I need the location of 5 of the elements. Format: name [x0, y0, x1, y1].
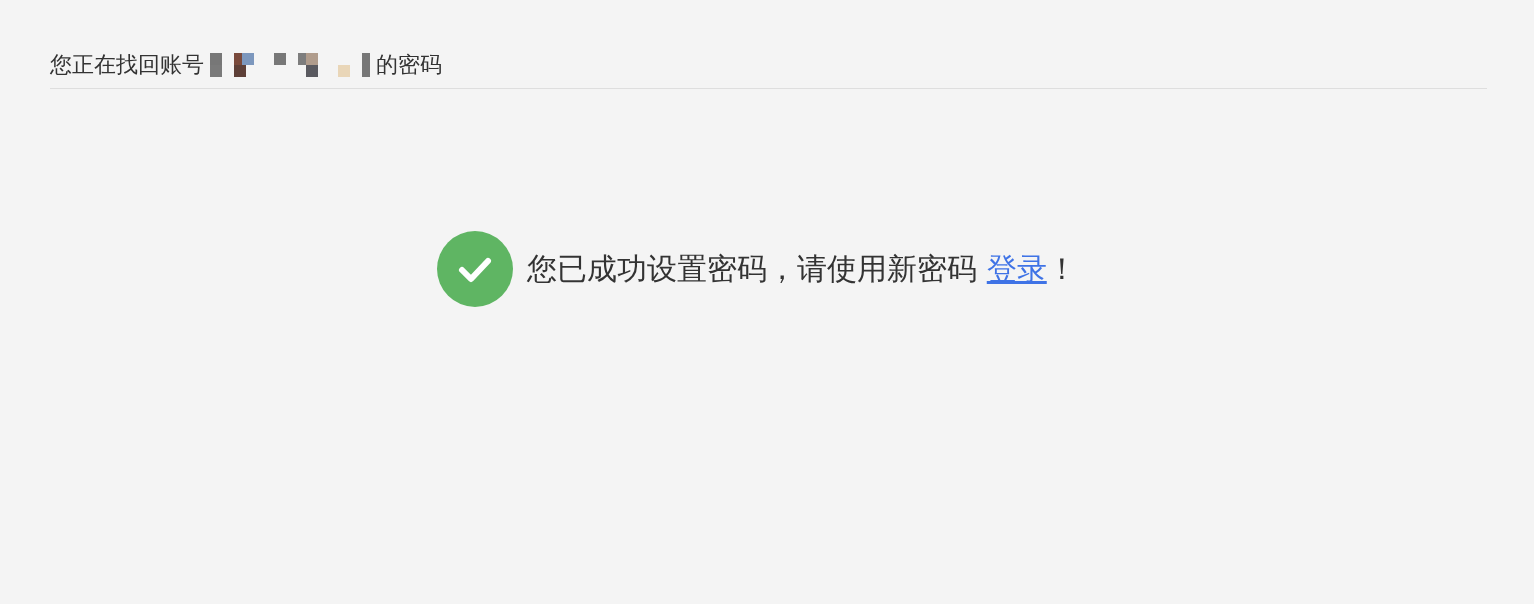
success-message: 您已成功设置密码，请使用新密码 登录！	[527, 249, 1077, 288]
header-text: 您正在找回账号	[50, 51, 204, 79]
success-check-icon	[437, 231, 514, 307]
login-link[interactable]: 登录	[986, 250, 1047, 286]
header-text: 的密码	[376, 51, 442, 79]
